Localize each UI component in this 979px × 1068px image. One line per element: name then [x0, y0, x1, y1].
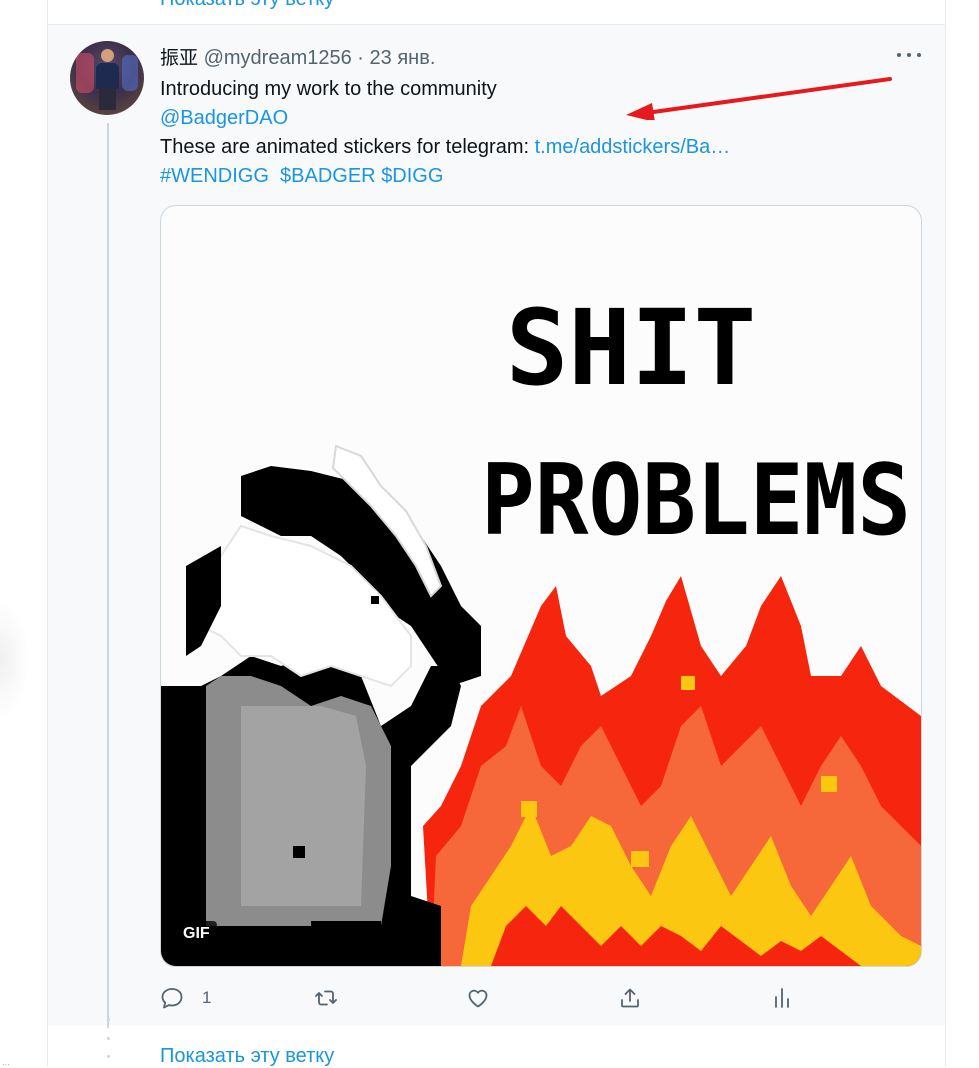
cashtag-badger-link[interactable]: $BADGER — [280, 165, 376, 187]
show-thread-link[interactable]: Показать эту ветку — [160, 1045, 334, 1068]
avatar[interactable] — [70, 41, 144, 115]
gif-badge: GIF — [176, 921, 217, 947]
tweet-header: 振亚 @mydream1256 · 23 янв. — [160, 43, 435, 70]
sticker-text-line2: PROBLEMS — [481, 444, 911, 558]
cashtag-digg-link[interactable]: $DIGG — [381, 165, 443, 187]
sticker-image: SHIT PROBLEMS — [161, 287, 921, 966]
like-icon — [468, 989, 488, 1008]
retweet-button[interactable] — [314, 983, 338, 1013]
header-separator: · — [357, 47, 364, 69]
author-handle[interactable]: @mydream1256 — [204, 47, 352, 69]
fire-graphic — [423, 576, 921, 966]
reply-button[interactable]: 1 — [160, 983, 211, 1013]
share-icon — [621, 988, 639, 1008]
sticker-text-line1: SHIT — [506, 287, 756, 409]
like-button[interactable] — [466, 983, 490, 1013]
hashtag-link[interactable]: #WENDIGG — [160, 165, 269, 187]
tweet-text-line: These are animated stickers for telegram… — [160, 136, 535, 158]
reply-icon — [161, 988, 183, 1009]
thread-line — [107, 123, 109, 1028]
analytics-button[interactable] — [770, 983, 794, 1013]
retweet-icon — [315, 990, 337, 1006]
thread-gap-dots — [105, 1018, 111, 1058]
timeline-column: Показать эту ветку 振亚 @mydream1256 · 23 … — [47, 0, 946, 1067]
share-button[interactable] — [618, 983, 642, 1013]
analytics-icon — [775, 988, 789, 1008]
edge-dots: … — [2, 1058, 10, 1067]
reply-count: 1 — [202, 988, 212, 1007]
page-edge-shadow — [0, 600, 30, 720]
gif-media[interactable]: SHIT PROBLEMS GIF — [160, 205, 922, 967]
mention-link[interactable]: @BadgerDAO — [160, 107, 288, 129]
tweet-date[interactable]: 23 янв. — [370, 47, 436, 69]
tweet[interactable]: 振亚 @mydream1256 · 23 янв. Introducing my… — [48, 25, 945, 1028]
annotation-arrow — [626, 77, 892, 120]
author-name[interactable]: 振亚 — [160, 47, 198, 69]
more-icon[interactable] — [897, 51, 921, 59]
show-thread-link-top[interactable]: Показать эту ветку — [160, 0, 334, 11]
sticker-link[interactable]: t.me/addstickers/Ba… — [535, 136, 731, 158]
tweet-actions: 1 — [160, 983, 840, 1013]
